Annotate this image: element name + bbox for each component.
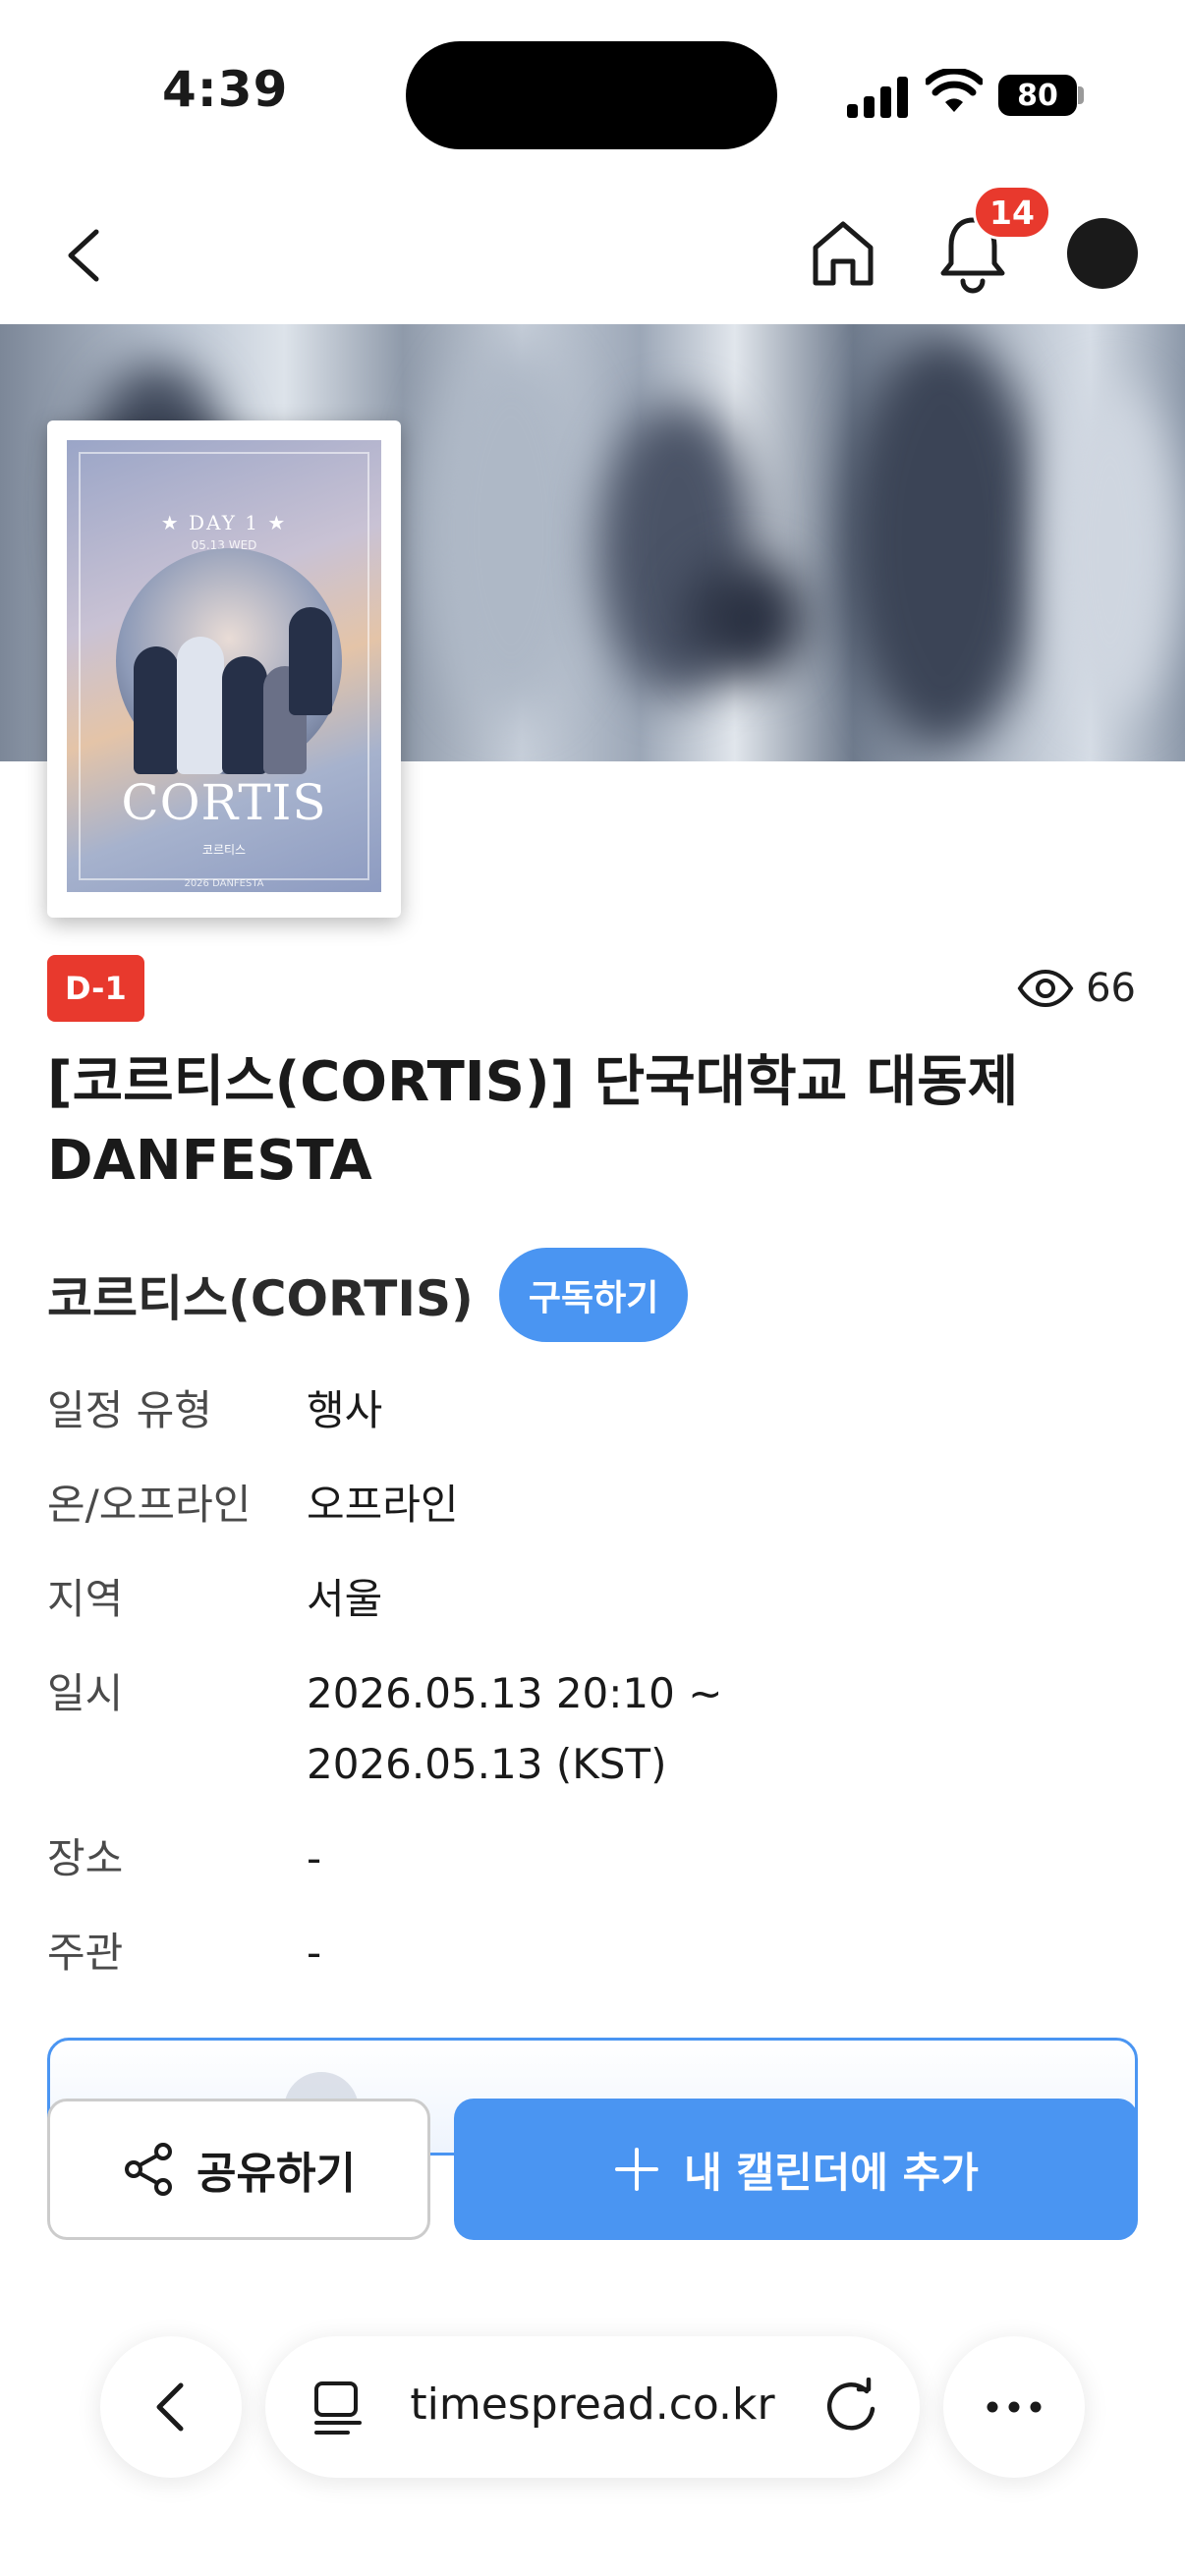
- view-count-value: 66: [1086, 966, 1136, 1011]
- browser-back-button[interactable]: [100, 2336, 242, 2478]
- info-row-venue: 장소 -: [47, 1823, 1138, 1894]
- event-info: 일정 유형 행사 온/오프라인 오프라인 지역 서울 일시 2026.05.13…: [47, 1375, 1138, 2012]
- poster-title: CORTIS: [121, 774, 327, 831]
- more-button[interactable]: [943, 2336, 1085, 2478]
- browser-bar: timespread.co.kr: [0, 2319, 1185, 2486]
- back-arrow-icon[interactable]: [57, 224, 116, 287]
- add-to-calendar-button[interactable]: 내 캘린더에 추가: [454, 2099, 1138, 2240]
- info-value: 오프라인: [307, 1481, 459, 1529]
- info-row-type: 일정 유형 행사: [47, 1375, 1138, 1446]
- poster-footer: 2026 DANFESTA: [184, 878, 264, 889]
- wifi-icon: [926, 69, 983, 112]
- more-dots-icon: [987, 2401, 1042, 2413]
- info-row-region: 지역 서울: [47, 1564, 1138, 1635]
- poster-day: ★ DAY 1 ★: [160, 511, 288, 534]
- share-button[interactable]: 공유하기: [47, 2099, 430, 2240]
- info-label: 주관: [47, 1929, 124, 1977]
- action-bar: 공유하기 내 캘린더에 추가: [0, 2099, 1185, 2252]
- dday-badge: D-1: [47, 955, 144, 1022]
- artist-row: 코르티스(CORTIS) 구독하기: [47, 1248, 689, 1342]
- share-icon: [125, 2143, 173, 2196]
- cellular-signal-icon: [847, 75, 908, 118]
- artist-name[interactable]: 코르티스(CORTIS): [47, 1260, 474, 1330]
- info-value: 행사: [307, 1386, 383, 1434]
- info-label: 지역: [47, 1575, 124, 1623]
- share-label: 공유하기: [197, 2149, 356, 2199]
- info-row-organizer: 주관 -: [47, 1918, 1138, 1988]
- info-label: 일시: [47, 1669, 124, 1717]
- plus-icon: [615, 2148, 659, 2191]
- avatar[interactable]: [1067, 218, 1138, 289]
- status-time: 4:39: [162, 61, 289, 118]
- info-value: -: [307, 1834, 322, 1882]
- battery-tip: [1078, 86, 1084, 104]
- poster-photo: [116, 548, 342, 774]
- home-icon[interactable]: [808, 216, 878, 291]
- add-to-calendar-label: 내 캘린더에 추가: [684, 2148, 979, 2197]
- eye-icon: [1017, 969, 1074, 1008]
- address-bar[interactable]: timespread.co.kr: [265, 2336, 920, 2478]
- event-title: [코르티스(CORTIS)] 단국대학교 대동제 DANFESTA: [47, 1050, 1019, 1193]
- info-label: 온/오프라인: [47, 1481, 252, 1529]
- info-row-datetime: 일시 2026.05.13 20:10 ~ 2026.05.13 (KST): [47, 1658, 1138, 1800]
- battery-icon: 80: [998, 75, 1077, 116]
- info-label: 장소: [47, 1834, 124, 1882]
- event-poster: ★ DAY 1 ★ 05.13 WED CORTIS 코르티스 2026 DAN…: [47, 420, 401, 918]
- info-label: 일정 유형: [47, 1386, 212, 1434]
- reload-icon[interactable]: [823, 2378, 880, 2435]
- poster-subtitle: 코르티스: [201, 843, 247, 857]
- chevron-left-icon: [156, 2382, 184, 2432]
- url-text: timespread.co.kr: [410, 2380, 775, 2430]
- info-value: 서울: [307, 1575, 383, 1623]
- notification-badge: 14: [973, 185, 1051, 240]
- view-count: 66: [1017, 961, 1136, 1016]
- dynamic-island: [406, 41, 777, 149]
- info-row-online: 온/오프라인 오프라인: [47, 1470, 1138, 1540]
- status-bar: 4:39 80: [0, 0, 1185, 177]
- info-value: 2026.05.13 20:10 ~ 2026.05.13 (KST): [307, 1669, 723, 1788]
- info-value: -: [307, 1929, 322, 1977]
- subscribe-button[interactable]: 구독하기: [498, 1248, 689, 1342]
